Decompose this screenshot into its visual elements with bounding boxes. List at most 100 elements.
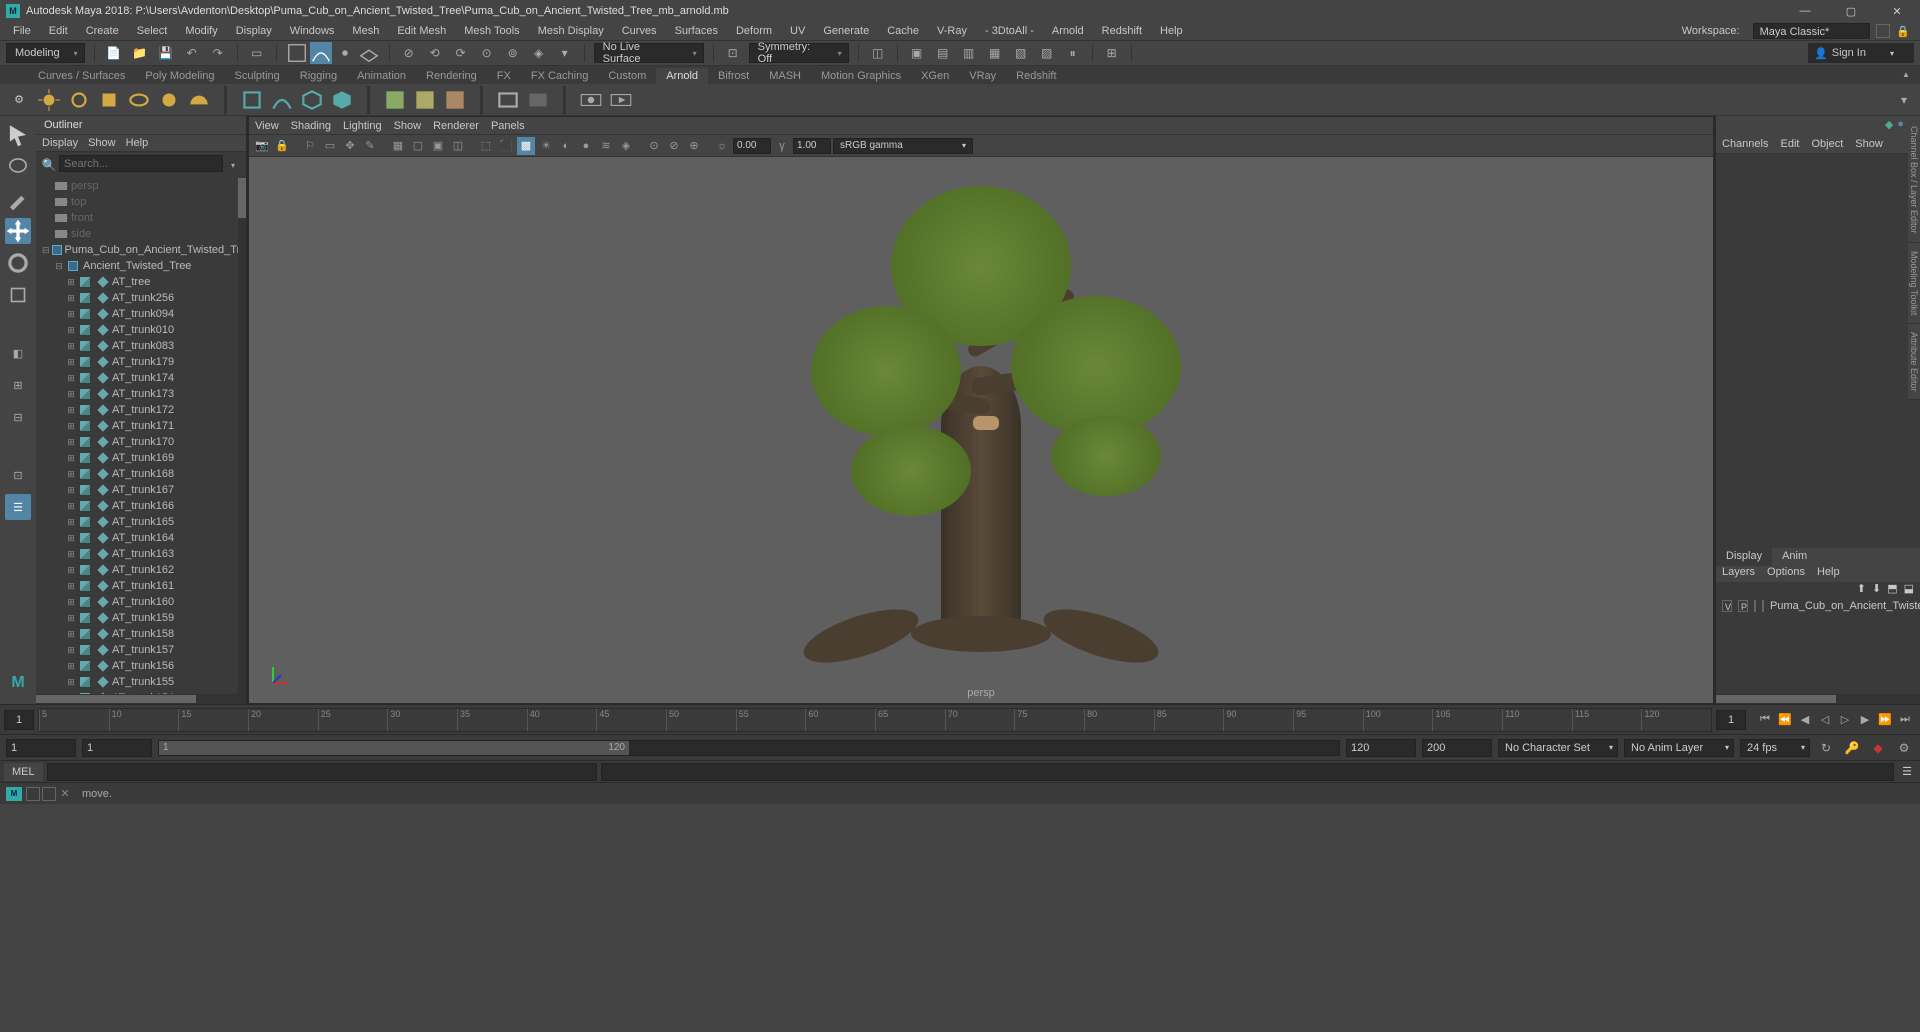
vp-film-gate-icon[interactable]: ▢ xyxy=(409,137,427,155)
layer-move-down-icon[interactable]: ⬇ xyxy=(1872,582,1881,598)
history-icon[interactable]: ⟲ xyxy=(425,43,445,63)
vp-xray-icon[interactable]: ⊘ xyxy=(665,137,683,155)
snap-grid-icon[interactable] xyxy=(286,42,308,64)
shelf-scroll-down-icon[interactable]: ▾ xyxy=(1894,90,1914,110)
layer-color-swatch[interactable] xyxy=(1762,600,1764,612)
shelf-tab-custom[interactable]: Custom xyxy=(598,68,656,84)
arnold-renderview-icon[interactable] xyxy=(578,87,604,113)
layer-new-empty-icon[interactable]: ⬒ xyxy=(1887,582,1897,598)
menu-modify[interactable]: Modify xyxy=(178,23,224,39)
vp-shadows-icon[interactable]: ◐ xyxy=(557,137,575,155)
shelf-tab-rigging[interactable]: Rigging xyxy=(290,68,347,84)
snap-point-icon[interactable] xyxy=(334,42,356,64)
play-forwards-icon[interactable]: ▷ xyxy=(1836,711,1854,729)
layer-display-type[interactable] xyxy=(1754,600,1756,612)
outliner-item[interactable]: ⊞AT_trunk172 xyxy=(36,402,246,418)
cb-icon-2[interactable]: ● xyxy=(1897,118,1904,132)
outliner-item[interactable]: ⊞AT_trunk159 xyxy=(36,610,246,626)
outliner-item[interactable]: ⊞AT_trunk156 xyxy=(36,658,246,674)
vp-ao-icon[interactable]: ● xyxy=(577,137,595,155)
range-slider-thumb[interactable]: 1 120 xyxy=(159,741,629,755)
vp-xray-joints-icon[interactable]: ⊕ xyxy=(685,137,703,155)
arnold-render-icon[interactable] xyxy=(495,87,521,113)
lock-icon[interactable]: 🔒 xyxy=(1896,25,1910,38)
layout-stack-icon[interactable]: ⊡ xyxy=(5,462,31,488)
vp-shaded-icon[interactable]: ⬛ xyxy=(497,137,515,155)
anim-layer-dropdown[interactable]: No Anim Layer xyxy=(1624,739,1734,757)
gear-icon[interactable]: ⚙ xyxy=(6,87,32,113)
vp-resolution-gate-icon[interactable]: ▣ xyxy=(429,137,447,155)
outliner-item[interactable]: ⊞AT_trunk167 xyxy=(36,482,246,498)
vp-select-camera-icon[interactable]: 📷 xyxy=(253,137,271,155)
arnold-physical-sky-icon[interactable] xyxy=(186,87,212,113)
outliner-item[interactable]: ⊞AT_trunk256 xyxy=(36,290,246,306)
arnold-create-standin-icon[interactable] xyxy=(239,87,265,113)
sidebar-toggle-icon[interactable] xyxy=(1876,24,1890,38)
vp-image-plane-icon[interactable]: ▭ xyxy=(321,137,339,155)
outliner-item[interactable]: ⊞AT_trunk166 xyxy=(36,498,246,514)
outliner-item[interactable]: ⊞AT_trunk010 xyxy=(36,322,246,338)
range-start-inner[interactable]: 1 xyxy=(82,739,152,757)
arnold-tx-update-icon[interactable] xyxy=(412,87,438,113)
shelf-tab-motiongraphics[interactable]: Motion Graphics xyxy=(811,68,911,84)
menu-mesh[interactable]: Mesh xyxy=(345,23,386,39)
layer-visibility-toggle[interactable]: V xyxy=(1722,600,1732,612)
outliner-scrollbar[interactable] xyxy=(238,178,246,694)
new-scene-icon[interactable]: 📄 xyxy=(104,43,124,63)
prefs-icon[interactable]: ⚙ xyxy=(1894,738,1914,758)
side-tab-modelingtoolkit[interactable]: Modeling Toolkit xyxy=(1908,243,1920,324)
vp-gamma-icon[interactable]: γ xyxy=(773,137,791,155)
layer-playback-toggle[interactable]: P xyxy=(1738,600,1748,612)
vp-menu-lighting[interactable]: Lighting xyxy=(343,120,382,132)
timeline-current-frame-right[interactable]: 1 xyxy=(1716,710,1746,730)
outliner-item[interactable]: ⊞AT_trunk162 xyxy=(36,562,246,578)
arnold-flush-icon[interactable] xyxy=(329,87,355,113)
outliner-menu-display[interactable]: Display xyxy=(42,137,78,149)
layer-tab-display[interactable]: Display xyxy=(1716,548,1772,566)
construction-history-icon[interactable]: ⟳ xyxy=(451,43,471,63)
snap-curve-icon[interactable] xyxy=(310,42,332,64)
signin-button[interactable]: 👤 Sign In ▾ xyxy=(1808,43,1914,63)
menu-edit[interactable]: Edit xyxy=(42,23,75,39)
outliner-item[interactable]: side xyxy=(36,226,246,242)
shelf-tab-vray[interactable]: VRay xyxy=(959,68,1006,84)
layer-menu-layers[interactable]: Layers xyxy=(1722,566,1755,582)
time-slider[interactable]: 5101520253035404550556065707580859095100… xyxy=(38,708,1712,732)
paint-select-icon[interactable] xyxy=(5,186,31,212)
last-tool-icon[interactable]: ◧ xyxy=(5,340,31,366)
menu-meshdisplay[interactable]: Mesh Display xyxy=(531,23,611,39)
layer-hscroll[interactable] xyxy=(1716,694,1920,704)
outliner-item[interactable]: top xyxy=(36,194,246,210)
mode-dropdown[interactable]: Modeling xyxy=(6,43,85,63)
close-button[interactable]: ✕ xyxy=(1874,0,1920,22)
go-to-start-icon[interactable]: ⏮ xyxy=(1756,711,1774,729)
range-end-outer[interactable]: 200 xyxy=(1422,739,1492,757)
menu-editmesh[interactable]: Edit Mesh xyxy=(390,23,453,39)
layer-menu-options[interactable]: Options xyxy=(1767,566,1805,582)
vp-lights-icon[interactable]: ☀ xyxy=(537,137,555,155)
outliner-item[interactable]: ⊞AT_trunk163 xyxy=(36,546,246,562)
open-scene-icon[interactable]: 📁 xyxy=(130,43,150,63)
render-settings-icon[interactable]: ▥ xyxy=(959,43,979,63)
play-backwards-icon[interactable]: ◁ xyxy=(1816,711,1834,729)
step-forward-frame-icon[interactable]: ▶ xyxy=(1856,711,1874,729)
outliner-item[interactable]: ⊞AT_trunk161 xyxy=(36,578,246,594)
chevron-down-icon[interactable]: ▾ xyxy=(223,155,243,175)
history-off-icon[interactable]: ⊘ xyxy=(399,43,419,63)
loop-icon[interactable]: ↻ xyxy=(1816,738,1836,758)
shelf-tab-fxcaching[interactable]: FX Caching xyxy=(521,68,598,84)
menu-create[interactable]: Create xyxy=(79,23,126,39)
menu-vray[interactable]: V-Ray xyxy=(930,23,974,39)
cb-tab-channels[interactable]: Channels xyxy=(1722,138,1768,150)
outliner-search-input[interactable] xyxy=(59,155,223,172)
shelf-tab-redshift[interactable]: Redshift xyxy=(1006,68,1066,84)
outliner-item[interactable]: ⊟Ancient_Twisted_Tree xyxy=(36,258,246,274)
range-end-inner[interactable]: 120 xyxy=(1346,739,1416,757)
vp-bookmarks-icon[interactable]: ⚐ xyxy=(301,137,319,155)
shelf-tab-mash[interactable]: MASH xyxy=(759,68,811,84)
maximize-button[interactable]: ▢ xyxy=(1828,0,1874,22)
display-layer-row[interactable]: V P Puma_Cub_on_Ancient_Twiste xyxy=(1716,598,1920,614)
menu-3dtoall[interactable]: - 3DtoAll - xyxy=(978,23,1041,39)
script-language-label[interactable]: MEL xyxy=(4,763,43,781)
status-tab2-icon[interactable] xyxy=(42,787,56,801)
